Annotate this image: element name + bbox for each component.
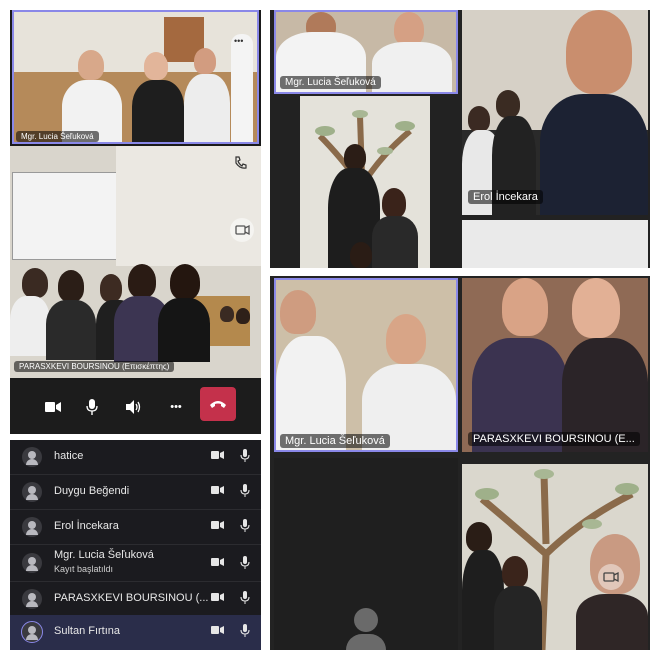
participant-name-label: Mgr. Lucia Šeľuková [16,131,99,142]
person-head [466,522,492,552]
video-tile-blurred [462,220,648,268]
video-tile-no-camera[interactable] [274,458,458,650]
video-tile-lucia[interactable]: Mgr. Lucia Šeľuková [274,278,458,452]
person-icon [22,447,42,467]
camera-icon[interactable] [211,592,224,602]
person-icon-body [346,634,386,650]
person-head [170,264,200,300]
camera-icon[interactable] [211,450,224,460]
camera-switch-icon[interactable] [230,218,254,242]
person-shirt [540,94,648,215]
microphone-icon[interactable] [240,449,250,463]
person-head [502,556,528,588]
person-head [344,144,366,170]
person-head [100,274,122,302]
more-options-button[interactable]: ••• [234,36,243,46]
participant-name-label: Mgr. Lucia Šeľuková [280,434,390,448]
projection-screen [12,172,118,260]
end-call-button[interactable] [200,387,236,421]
person-shirt [132,80,184,142]
person-icon [354,608,378,632]
person-icon [21,621,43,643]
person-shirt [10,296,50,356]
person-shirt [46,300,96,360]
person-head [382,188,406,218]
microphone-icon[interactable] [77,392,107,422]
person-head [220,306,234,322]
call-screen: Mgr. Lucia Šeľuková ••• PARASXKEVI BOURS… [10,10,261,434]
camera-icon[interactable] [211,625,224,635]
person-icon [22,517,42,537]
participant-name: Duygu Beğendi [54,485,130,497]
person-head [502,278,548,336]
call-control-bar: ••• [10,380,261,434]
person-head [350,242,372,268]
person-head [58,270,84,302]
participant-name: hatice [54,450,84,462]
participant-row[interactable]: PARASXKEVI BOURSINOU (... [10,582,261,616]
video-tile-parasxkevi[interactable]: PARASXKEVI BOURSINOU (E... [462,278,648,452]
microphone-icon[interactable] [240,591,250,605]
microphone-icon[interactable] [240,484,250,498]
end-call-icon [210,401,226,408]
person-shirt [494,586,542,650]
person-icon [22,553,42,573]
video-tile-lucia-top[interactable]: Mgr. Lucia Šeľuková ••• [12,10,259,144]
camera-icon[interactable] [211,485,224,495]
person-icon [22,589,42,609]
person-head [394,12,424,46]
participant-name: Erol İncekara [54,520,119,532]
video-tile-main[interactable]: PARASXKEVI BOURSINOU (Επισκέπτης) [10,146,261,378]
person-head [78,50,104,80]
gallery-top: Mgr. Lucia Šeľuková Erol İncekara [270,10,650,268]
person-head [22,268,48,298]
recording-status: Kayıt başlatıldı [54,564,114,574]
person-head [468,106,490,132]
participant-row[interactable]: Mgr. Lucia Šeľuková Kayıt başlatıldı [10,545,261,581]
person-head [572,278,620,338]
microphone-icon[interactable] [240,556,250,570]
gallery-bottom: Mgr. Lucia Šeľuková PARASXKEVI BOURSINOU… [270,276,650,650]
camera-switch-icon[interactable] [598,564,624,590]
person-head [386,314,426,364]
video-tile-lucia[interactable]: Mgr. Lucia Šeľuková [274,10,458,94]
participant-name: Sultan Fırtına [54,625,121,637]
person-shirt [372,216,418,268]
participant-row[interactable]: Duygu Beğendi [10,475,261,509]
person-shirt [184,74,230,142]
person-head [280,290,316,334]
participant-name-label: PARASXKEVI BOURSINOU (Επισκέπτης) [14,361,175,372]
microphone-icon[interactable] [240,624,250,638]
person-icon [22,482,42,502]
person-head [236,308,250,324]
person-head [194,48,216,74]
person-head [496,90,520,118]
person-shirt [372,42,452,92]
person-head [128,264,156,298]
person-shirt [158,298,210,362]
more-icon[interactable]: ••• [161,392,191,422]
video-tile-mural[interactable] [300,96,430,268]
person-shirt [576,594,648,650]
participant-name: Mgr. Lucia Šeľuková [54,549,154,561]
phone-icon[interactable] [232,154,250,172]
participant-name-label: Mgr. Lucia Šeľuková [280,76,381,89]
video-tile-mural[interactable] [462,464,648,650]
side-control-strip [231,34,253,142]
video-tile-erol[interactable]: Erol İncekara [462,10,648,215]
participant-name-label: PARASXKEVI BOURSINOU (E... [468,432,640,446]
participant-name: PARASXKEVI BOURSINOU (... [54,592,209,604]
microphone-icon[interactable] [240,519,250,533]
participant-row[interactable]: Erol İncekara [10,510,261,544]
camera-icon[interactable] [38,392,68,422]
speaker-icon[interactable] [119,392,149,422]
camera-icon[interactable] [211,520,224,530]
participant-row[interactable]: hatice [10,440,261,474]
person-head [566,10,632,94]
person-head [144,52,168,80]
participant-name-label: Erol İncekara [468,190,543,204]
participant-row-active[interactable]: Sultan Fırtına [10,615,261,650]
camera-icon[interactable] [211,557,224,567]
